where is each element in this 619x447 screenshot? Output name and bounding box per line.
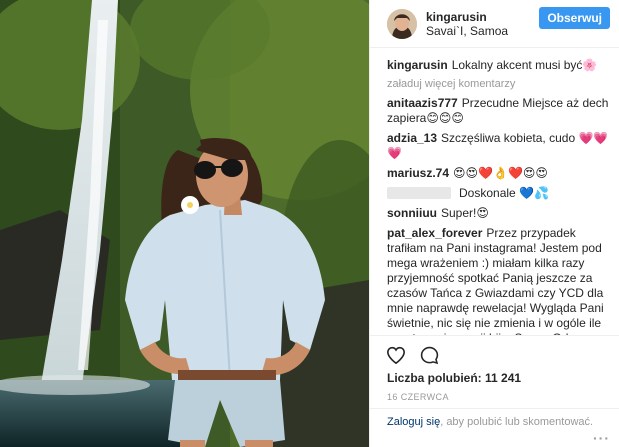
comment-text: Doskonale 💙💦: [459, 186, 549, 200]
blurred-author: [387, 187, 451, 199]
comment-author-link[interactable]: sonniiuu: [387, 206, 437, 220]
comment-text: Przez przypadek trafiłam na Pani instagr…: [387, 226, 604, 335]
caption: kingarusin Lokalny akcent musi być🌸: [387, 58, 610, 73]
comment-text: 😍😍❤️👌❤️😍😍: [453, 166, 548, 180]
login-footer: Zaloguj się, aby polubić lub skomentować…: [370, 408, 619, 447]
comment-author-link[interactable]: mariusz.74: [387, 166, 449, 180]
comment-author-link[interactable]: pat_alex_forever: [387, 226, 482, 240]
login-link[interactable]: Zaloguj się: [387, 416, 440, 428]
login-prompt-text: , aby polubić lub skomentować.: [440, 416, 594, 428]
likes-count[interactable]: Liczba polubień: 11 241: [387, 371, 521, 385]
post-header: kingarusin Savai`I, Samoa Obserwuj: [370, 0, 619, 48]
username-link[interactable]: kingarusin: [426, 10, 539, 24]
more-options-icon[interactable]: ···: [593, 431, 610, 445]
comment-item: adzia_13 Szczęśliwa kobieta, cudo 💗💗💗: [387, 131, 610, 161]
like-button[interactable]: [386, 346, 406, 371]
caption-author-link[interactable]: kingarusin: [387, 58, 448, 72]
comment-item: pat_alex_forever Przez przypadek trafiłam…: [387, 226, 610, 335]
follow-button[interactable]: Obserwuj: [539, 6, 610, 29]
comment-item: sonniiuu Super!😍: [387, 206, 610, 221]
comment-author-link[interactable]: adzia_13: [387, 131, 437, 145]
comment-text: Super!😍: [441, 206, 489, 220]
load-more-comments-link[interactable]: załaduj więcej komentarzy: [387, 78, 610, 90]
comment-button[interactable]: [420, 346, 439, 371]
post-side-panel: kingarusin Savai`I, Samoa Obserwuj kinga…: [369, 0, 619, 447]
user-info: kingarusin Savai`I, Samoa: [426, 10, 539, 38]
post-photo[interactable]: [0, 0, 369, 447]
post-date[interactable]: 16 CZERWCA: [387, 392, 449, 402]
heart-icon: [386, 346, 406, 364]
comment-item: mariusz.74 😍😍❤️👌❤️😍😍: [387, 166, 610, 181]
photo-image: [0, 0, 369, 447]
action-bar: [370, 335, 619, 371]
comment-author-link[interactable]: anitaazis777: [387, 96, 458, 110]
comment-item: Doskonale 💙💦: [387, 186, 610, 201]
comments-list[interactable]: kingarusin Lokalny akcent musi być🌸 załad…: [370, 48, 619, 335]
avatar[interactable]: [387, 8, 417, 39]
avatar-image: [387, 8, 417, 39]
comment-icon: [420, 346, 439, 365]
location-link[interactable]: Savai`I, Samoa: [426, 24, 539, 38]
comment-item: anitaazis777 Przecudne Miejsce aż dech za…: [387, 96, 610, 126]
caption-text: Lokalny akcent musi być🌸: [451, 58, 598, 72]
